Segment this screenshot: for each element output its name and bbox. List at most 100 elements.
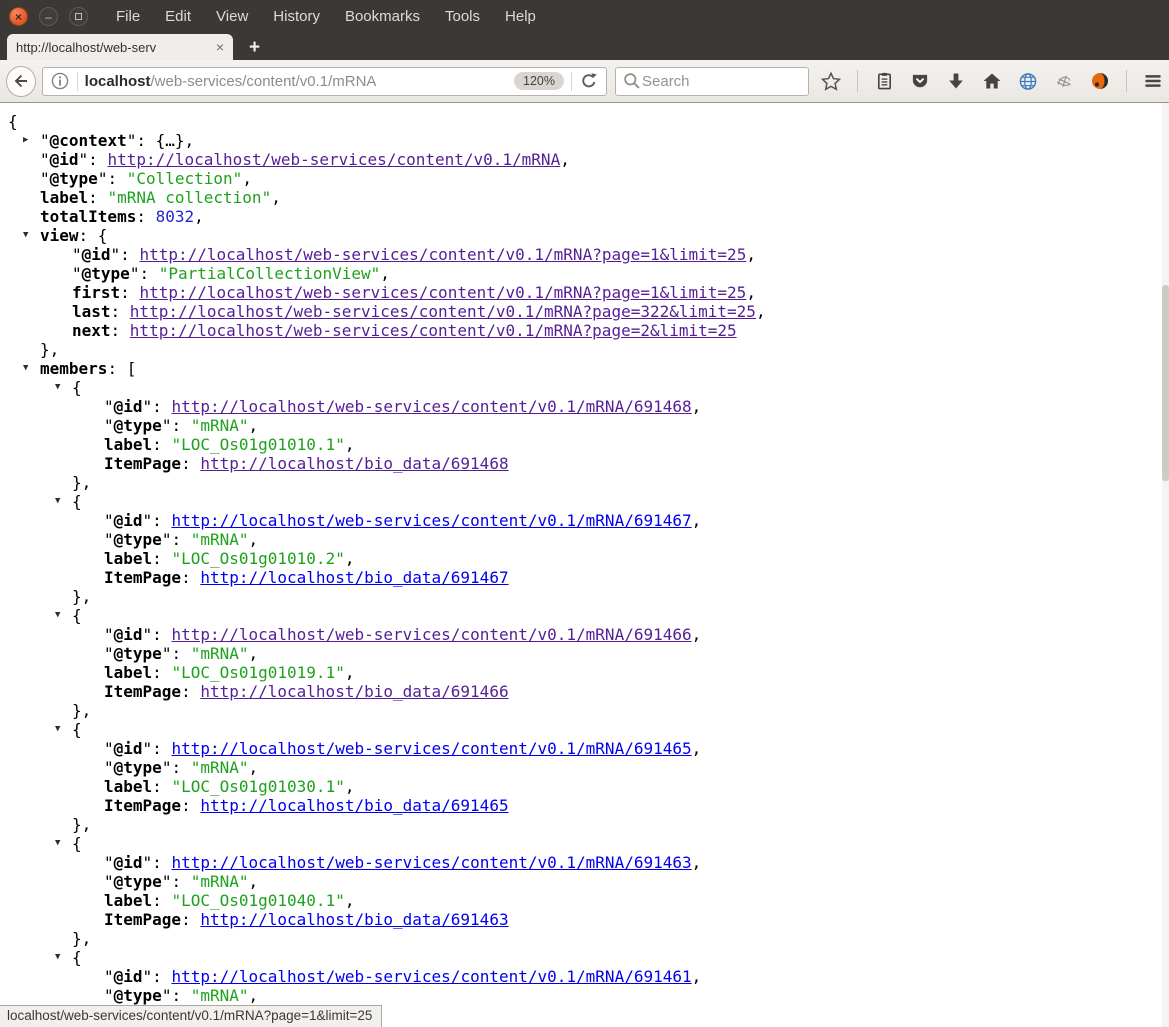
json-token: ItemPage bbox=[104, 796, 181, 815]
json-token: { bbox=[72, 720, 82, 739]
pocket-button[interactable] bbox=[910, 71, 930, 91]
json-token: : bbox=[152, 663, 171, 682]
json-link[interactable]: http://localhost/web-services/content/v0… bbox=[171, 967, 691, 986]
collapse-toggle-icon[interactable]: ▼ bbox=[55, 378, 60, 397]
site-info-icon[interactable] bbox=[50, 71, 70, 91]
menu-tools[interactable]: Tools bbox=[445, 8, 480, 25]
json-token: {…} bbox=[156, 131, 185, 150]
reload-icon[interactable] bbox=[579, 71, 599, 91]
search-input[interactable] bbox=[642, 73, 802, 90]
collapse-toggle-icon[interactable]: ▼ bbox=[55, 606, 60, 625]
json-link[interactable]: http://localhost/bio_data/691465 bbox=[200, 796, 508, 815]
window-maximize-button[interactable] bbox=[69, 7, 88, 26]
json-token: { bbox=[72, 606, 82, 625]
json-link[interactable]: http://localhost/web-services/content/v0… bbox=[171, 625, 691, 644]
json-token: ": bbox=[162, 416, 191, 435]
scrollbar-thumb[interactable] bbox=[1162, 285, 1169, 481]
json-token: "LOC_Os01g01019.1" bbox=[171, 663, 344, 682]
json-line: }, bbox=[0, 929, 1169, 948]
json-link[interactable]: http://localhost/web-services/content/v0… bbox=[139, 245, 746, 264]
collapse-toggle-icon[interactable]: ▼ bbox=[23, 226, 28, 245]
json-link[interactable]: http://localhost/web-services/content/v0… bbox=[171, 853, 691, 872]
json-token: @context bbox=[50, 131, 127, 150]
url-text[interactable]: localhost/web-services/content/v0.1/mRNA bbox=[85, 73, 514, 90]
json-token: " bbox=[104, 967, 114, 986]
collapse-toggle-icon[interactable]: ▼ bbox=[23, 359, 28, 378]
json-token: , bbox=[756, 302, 766, 321]
json-token: : bbox=[181, 568, 200, 587]
tab-active[interactable]: http://localhost/web-serv × bbox=[7, 34, 233, 60]
menu-edit[interactable]: Edit bbox=[165, 8, 191, 25]
json-link[interactable]: http://localhost/web-services/content/v0… bbox=[139, 283, 746, 302]
collapse-toggle-icon[interactable]: ▼ bbox=[55, 948, 60, 967]
menu-bookmarks[interactable]: Bookmarks bbox=[345, 8, 420, 25]
menu-help[interactable]: Help bbox=[505, 8, 536, 25]
json-token: , bbox=[692, 397, 702, 416]
orange-ball-addon-icon bbox=[1090, 71, 1110, 91]
menubar: File Edit View History Bookmarks Tools H… bbox=[116, 8, 536, 25]
clipboard-list-button[interactable] bbox=[874, 71, 894, 91]
json-link[interactable]: http://localhost/web-services/content/v0… bbox=[171, 511, 691, 530]
json-token: , bbox=[194, 207, 204, 226]
json-line: ▶"@context": {…}, bbox=[0, 131, 1169, 150]
json-link[interactable]: http://localhost/web-services/content/v0… bbox=[107, 150, 560, 169]
json-token: : bbox=[152, 549, 171, 568]
json-token: ": bbox=[111, 245, 140, 264]
toolbar-icons bbox=[821, 70, 1163, 92]
expand-toggle-icon[interactable]: ▶ bbox=[23, 131, 28, 150]
json-link[interactable]: http://localhost/bio_data/691468 bbox=[200, 454, 508, 473]
collapse-toggle-icon[interactable]: ▼ bbox=[55, 834, 60, 853]
collapse-toggle-icon[interactable]: ▼ bbox=[55, 492, 60, 511]
sketch-addon-icon bbox=[1054, 71, 1074, 91]
json-line: first: http://localhost/web-services/con… bbox=[0, 283, 1169, 302]
json-link[interactable]: http://localhost/web-services/content/v0… bbox=[171, 739, 691, 758]
url-bar[interactable]: localhost/web-services/content/v0.1/mRNA… bbox=[42, 67, 607, 96]
scrollbar-track[interactable] bbox=[1162, 103, 1169, 1027]
window-close-button[interactable]: × bbox=[9, 7, 28, 26]
json-link[interactable]: http://localhost/web-services/content/v0… bbox=[130, 321, 737, 340]
json-token: next bbox=[72, 321, 111, 340]
tab-close-icon[interactable]: × bbox=[216, 39, 224, 55]
json-line: "@id": http://localhost/web-services/con… bbox=[0, 397, 1169, 416]
json-token: label bbox=[104, 663, 152, 682]
bookmark-star-button[interactable] bbox=[821, 71, 841, 91]
addon-sketch-button[interactable] bbox=[1054, 71, 1074, 91]
json-line: "@id": http://localhost/web-services/con… bbox=[0, 625, 1169, 644]
json-token: " bbox=[40, 169, 50, 188]
menu-view[interactable]: View bbox=[216, 8, 248, 25]
home-button[interactable] bbox=[982, 71, 1002, 91]
json-token: label bbox=[104, 435, 152, 454]
json-token: : bbox=[152, 435, 171, 454]
new-tab-button[interactable]: + bbox=[249, 38, 260, 57]
json-line: "@id": http://localhost/web-services/con… bbox=[0, 150, 1169, 169]
window-minimize-button[interactable]: – bbox=[39, 7, 58, 26]
tab-title: http://localhost/web-serv bbox=[16, 40, 212, 55]
collapse-toggle-icon[interactable]: ▼ bbox=[55, 720, 60, 739]
json-link[interactable]: http://localhost/bio_data/691463 bbox=[200, 910, 508, 929]
json-link[interactable]: http://localhost/web-services/content/v0… bbox=[171, 397, 691, 416]
json-token: , bbox=[345, 435, 355, 454]
json-token: , bbox=[271, 188, 281, 207]
menu-history[interactable]: History bbox=[273, 8, 320, 25]
addon-orange-button[interactable] bbox=[1090, 71, 1110, 91]
json-token: }, bbox=[72, 701, 91, 720]
json-token: }, bbox=[72, 473, 91, 492]
json-token: @type bbox=[114, 986, 162, 1005]
json-token: "LOC_Os01g01010.1" bbox=[171, 435, 344, 454]
json-token: ": bbox=[143, 853, 172, 872]
search-box[interactable] bbox=[615, 67, 809, 96]
back-button[interactable] bbox=[6, 66, 36, 97]
zoom-level-badge[interactable]: 120% bbox=[514, 72, 564, 91]
menu-file[interactable]: File bbox=[116, 8, 140, 25]
menu-button[interactable] bbox=[1143, 71, 1163, 91]
globe-addon-button[interactable] bbox=[1018, 71, 1038, 91]
url-host: localhost bbox=[85, 73, 151, 90]
json-token: " bbox=[104, 644, 114, 663]
json-token: @type bbox=[50, 169, 98, 188]
json-link[interactable]: http://localhost/bio_data/691466 bbox=[200, 682, 508, 701]
json-token: ItemPage bbox=[104, 568, 181, 587]
json-token: "LOC_Os01g01030.1" bbox=[171, 777, 344, 796]
json-link[interactable]: http://localhost/bio_data/691467 bbox=[200, 568, 508, 587]
json-link[interactable]: http://localhost/web-services/content/v0… bbox=[130, 302, 756, 321]
downloads-button[interactable] bbox=[946, 71, 966, 91]
